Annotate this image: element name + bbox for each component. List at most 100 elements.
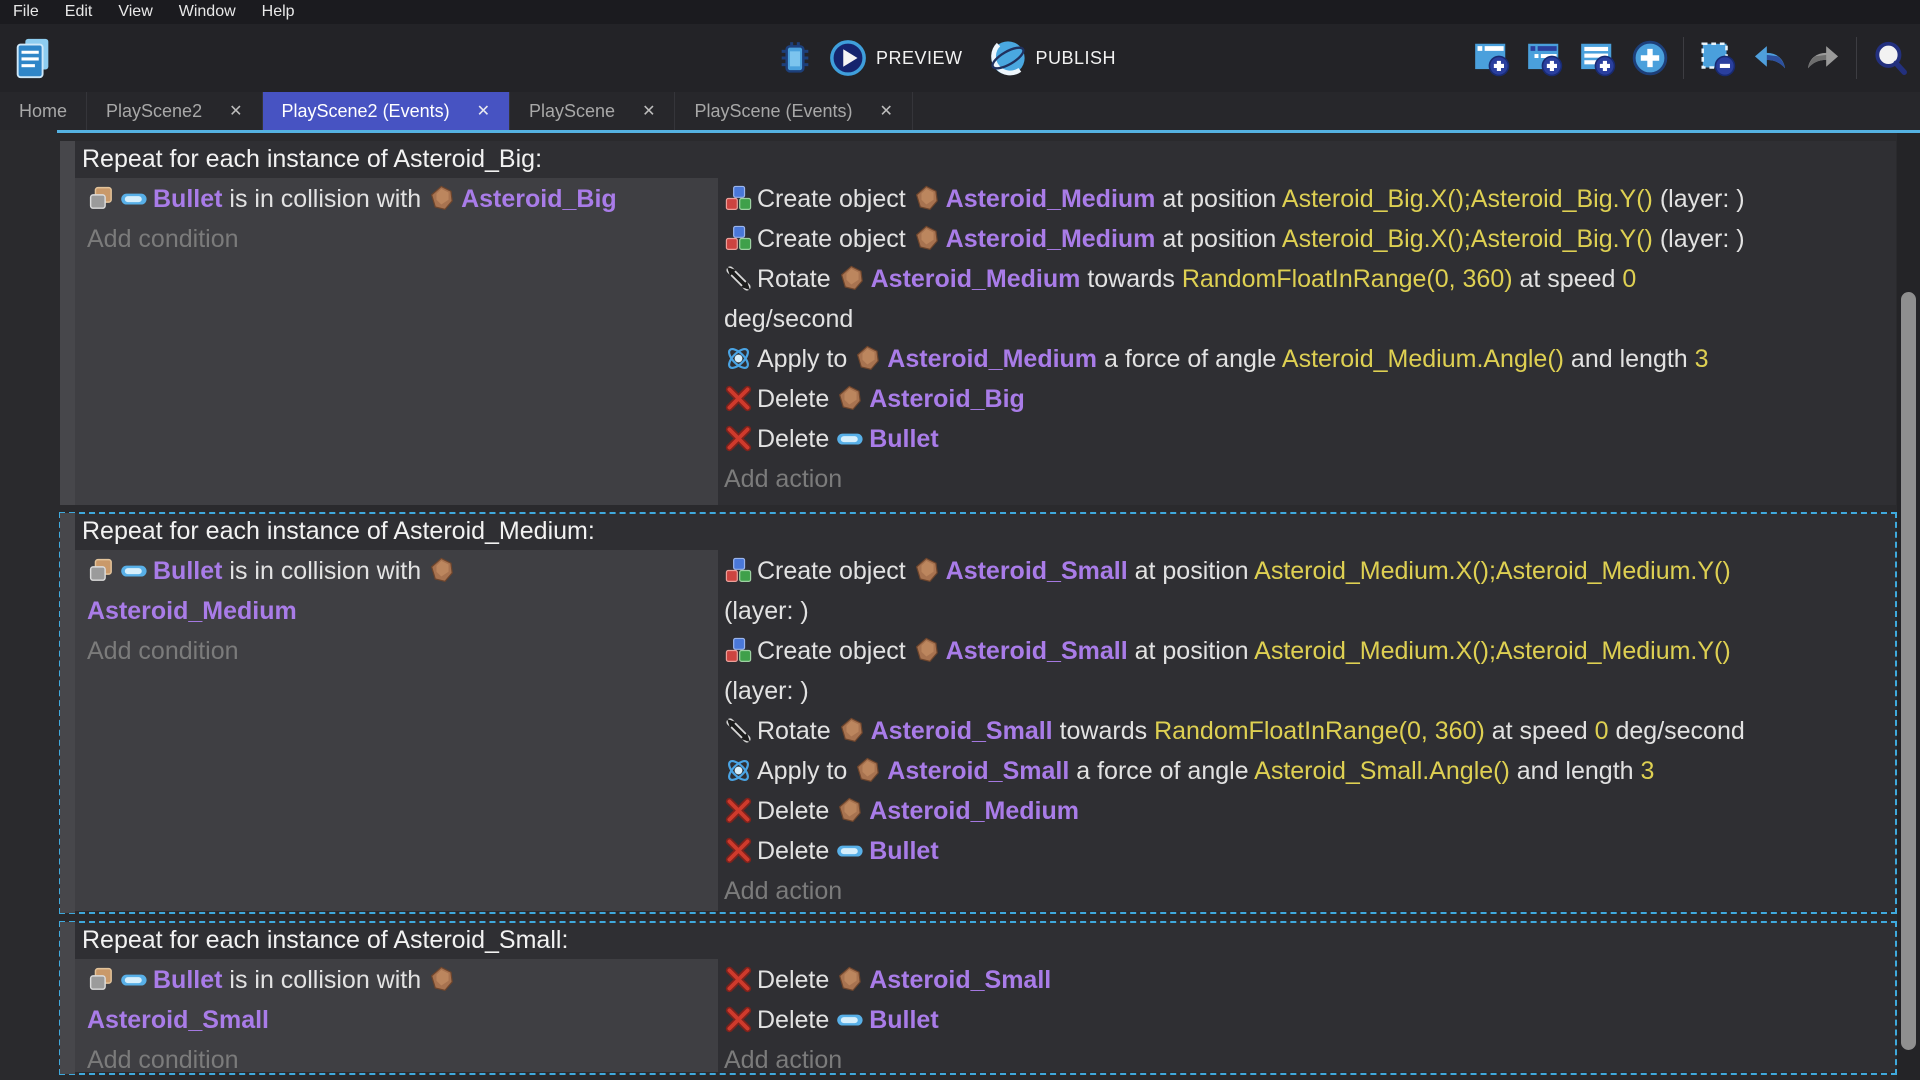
tab-close-icon[interactable]: ✕ [229, 101, 242, 121]
row-text: Delete [757, 385, 836, 413]
object-name: Asteroid_Small [946, 637, 1128, 665]
row-text: Rotate [757, 265, 838, 293]
add-sub-event-button[interactable] [1524, 38, 1564, 78]
row-text: at position [1155, 185, 1281, 213]
object-name: Bullet [153, 966, 222, 994]
row-text: towards [1053, 717, 1154, 745]
row-text: (layer: ) [1653, 185, 1745, 213]
asteroid-icon [854, 344, 883, 373]
action-row[interactable]: Delete Asteroid_Medium [724, 791, 1890, 831]
action-row[interactable]: Create object Asteroid_Small at position… [724, 551, 1890, 631]
asteroid-icon [913, 224, 942, 253]
condition-row[interactable]: Bullet is in collision with Asteroid_Med… [87, 551, 708, 631]
action-row[interactable]: Delete Bullet [724, 1000, 1890, 1040]
scrollbar-thumb[interactable] [1901, 292, 1916, 1050]
menu-item-view[interactable]: View [105, 0, 165, 24]
tab-close-icon[interactable]: ✕ [880, 101, 893, 121]
object-name: Asteroid_Small [887, 757, 1069, 785]
tab-playscene2-events[interactable]: PlayScene2 (Events) ✕ [263, 92, 511, 130]
bullet-icon [120, 965, 149, 994]
event-header[interactable]: Repeat for each instance of Asteroid_Sma… [75, 922, 1896, 959]
action-row[interactable]: Delete Asteroid_Big [724, 379, 1890, 419]
action-row[interactable]: Apply to Asteroid_Medium a force of angl… [724, 339, 1890, 379]
action-row[interactable]: Rotate Asteroid_Medium towards RandomFlo… [724, 259, 1890, 339]
object-name: Asteroid_Small [871, 717, 1053, 745]
action-row[interactable]: Apply to Asteroid_Small a force of angle… [724, 751, 1890, 791]
row-text: (layer: ) [1653, 225, 1745, 253]
object-name: Asteroid_Medium [871, 265, 1081, 293]
toolbar-separator [1683, 37, 1684, 79]
debugger-button[interactable] [775, 38, 815, 78]
bullet-icon [836, 1005, 865, 1034]
event-header[interactable]: Repeat for each instance of Asteroid_Med… [75, 513, 1896, 550]
expression-value: Asteroid_Medium.X();Asteroid_Medium.Y() [1254, 557, 1731, 585]
add-condition-button[interactable]: Add condition [87, 1040, 708, 1074]
add-condition-button[interactable]: Add condition [87, 631, 708, 671]
event-block-1[interactable]: Repeat for each instance of Asteroid_Big… [60, 141, 1896, 505]
menu-item-help[interactable]: Help [249, 0, 308, 24]
add-action-button[interactable]: Add action [724, 871, 1890, 911]
action-row[interactable]: Create object Asteroid_Medium at positio… [724, 219, 1890, 259]
event-drag-handle[interactable] [60, 513, 75, 913]
menu-item-edit[interactable]: Edit [52, 0, 106, 24]
event-body: Bullet is in collision with Asteroid_Big… [75, 178, 1896, 505]
event-drag-handle[interactable] [60, 922, 75, 1074]
actions-column: Create object Asteroid_Medium at positio… [718, 178, 1896, 505]
add-action-button[interactable]: Add action [724, 459, 1890, 499]
row-text: at speed [1513, 265, 1623, 293]
menu-item-file[interactable]: File [0, 0, 52, 24]
object-name: Asteroid_Medium [869, 797, 1079, 825]
redo-button[interactable] [1803, 38, 1843, 78]
row-text: at position [1155, 225, 1281, 253]
undo-button[interactable] [1750, 38, 1790, 78]
row-text: and length [1510, 757, 1641, 785]
tab-playscene2[interactable]: PlayScene2✕ [87, 92, 262, 130]
condition-row[interactable]: Bullet is in collision with Asteroid_Sma… [87, 960, 708, 1040]
events-sheet[interactable]: Repeat for each instance of Asteroid_Big… [0, 133, 1920, 1080]
publish-button[interactable]: PUBLISH [989, 39, 1117, 77]
search-button[interactable] [1870, 38, 1910, 78]
expression-value: Asteroid_Medium.Angle() [1282, 345, 1564, 373]
action-row[interactable]: Delete Asteroid_Small [724, 960, 1890, 1000]
menu-item-window[interactable]: Window [166, 0, 249, 24]
add-comment-button[interactable] [1577, 38, 1617, 78]
tab-playscene[interactable]: PlayScene✕ [510, 92, 675, 130]
force-icon [724, 344, 753, 373]
publish-icon [989, 39, 1027, 77]
event-header[interactable]: Repeat for each instance of Asteroid_Big… [75, 141, 1896, 178]
add-new-button[interactable] [1630, 38, 1670, 78]
redo-icon [1804, 39, 1842, 77]
tab-label: PlayScene2 (Events) [282, 101, 450, 122]
vertical-scrollbar[interactable] [1897, 133, 1920, 1080]
gdevelop-logo-icon[interactable] [10, 35, 56, 81]
tab-playscene-events[interactable]: PlayScene (Events)✕ [675, 92, 912, 130]
tab-home[interactable]: Home [0, 92, 87, 130]
tab-close-icon[interactable]: ✕ [477, 101, 490, 121]
tab-close-icon[interactable]: ✕ [642, 101, 655, 121]
create-icon [724, 184, 753, 213]
condition-row[interactable]: Bullet is in collision with Asteroid_Big [87, 179, 708, 219]
preview-button[interactable]: PREVIEW [829, 39, 963, 77]
expression-value: 0 [1622, 265, 1636, 293]
action-row[interactable]: Create object Asteroid_Small at position… [724, 631, 1890, 711]
tab-bar: HomePlayScene2✕PlayScene2 (Events)✕PlayS… [0, 92, 1920, 130]
add-event-button[interactable] [1471, 38, 1511, 78]
conditions-column: Bullet is in collision with Asteroid_Big… [75, 178, 718, 505]
action-row[interactable]: Delete Bullet [724, 419, 1890, 459]
collision-icon [87, 556, 116, 585]
action-row[interactable]: Delete Bullet [724, 831, 1890, 871]
add-action-button[interactable]: Add action [724, 1040, 1890, 1074]
action-row[interactable]: Rotate Asteroid_Small towards RandomFloa… [724, 711, 1890, 751]
row-text: Delete [757, 1006, 836, 1034]
event-block-2[interactable]: Repeat for each instance of Asteroid_Med… [60, 513, 1896, 913]
event-drag-handle[interactable] [60, 141, 75, 505]
delete-icon [724, 965, 753, 994]
rotate-icon [724, 264, 753, 293]
delete-selection-button[interactable] [1697, 38, 1737, 78]
add-condition-button[interactable]: Add condition [87, 219, 708, 259]
action-row[interactable]: Create object Asteroid_Medium at positio… [724, 179, 1890, 219]
object-name: Asteroid_Small [869, 966, 1051, 994]
toolbar-center-group: PREVIEW PUBLISH [775, 24, 1116, 92]
object-name: Asteroid_Big [869, 385, 1025, 413]
event-block-3[interactable]: Repeat for each instance of Asteroid_Sma… [60, 922, 1896, 1074]
